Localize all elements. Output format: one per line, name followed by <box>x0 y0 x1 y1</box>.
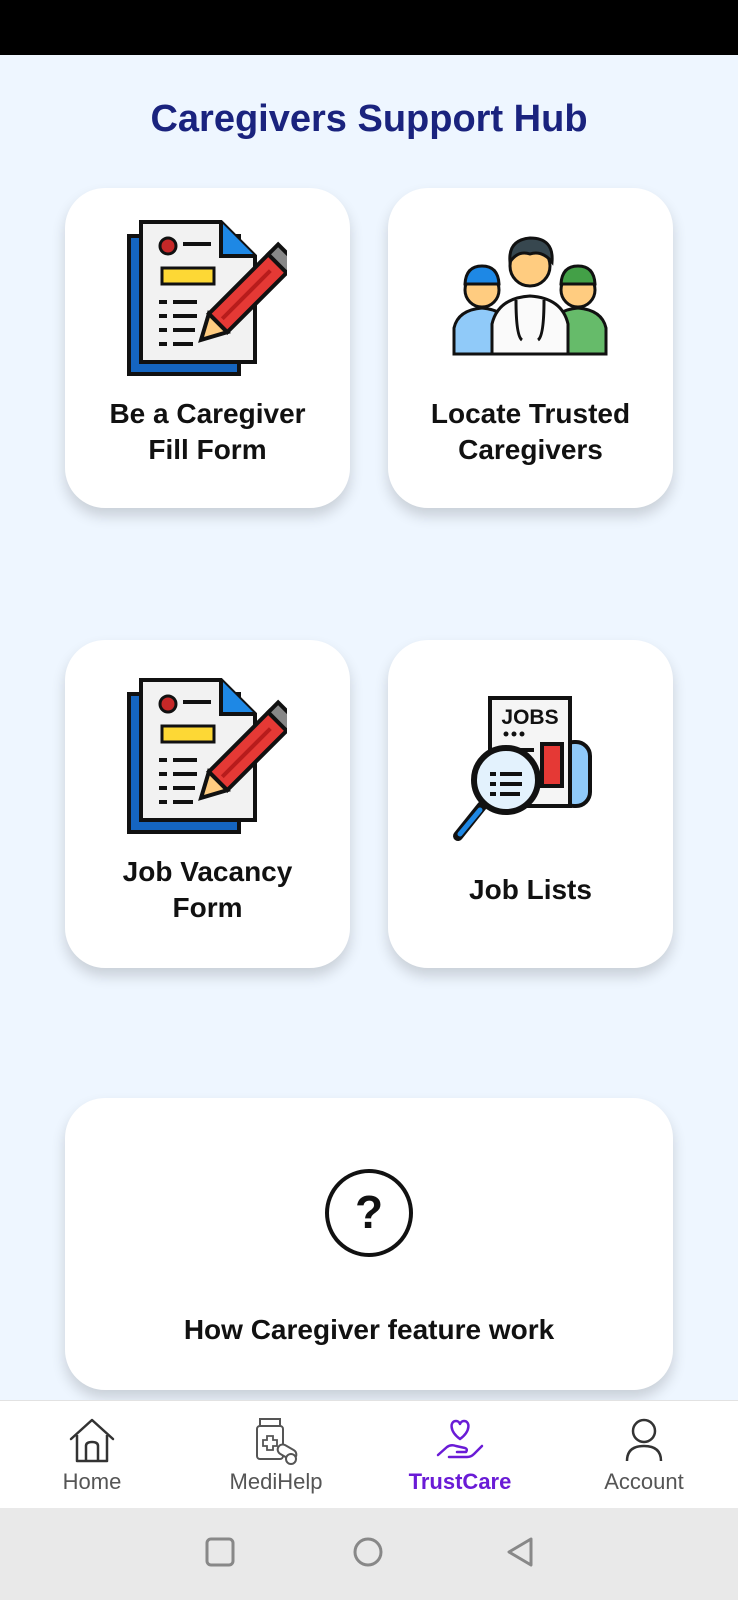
page-title: Caregivers Support Hub <box>150 98 588 140</box>
circle-home-icon[interactable] <box>352 1536 384 1568</box>
nav-item-medihelp[interactable]: MediHelp <box>184 1401 368 1509</box>
nav-item-account[interactable]: Account <box>552 1401 736 1509</box>
card-label: Locate Trusted Caregivers <box>430 398 631 465</box>
person-icon <box>625 1418 663 1462</box>
card-label: Job Lists <box>469 874 592 905</box>
locate-caregivers-card[interactable]: Locate Trusted Caregivers <box>388 188 673 508</box>
nav-label: Account <box>604 1469 684 1494</box>
square-recents-icon[interactable] <box>204 1536 236 1568</box>
triangle-back-icon[interactable] <box>504 1536 536 1568</box>
home-icon <box>69 1418 115 1463</box>
system-nav-bar <box>0 1508 738 1600</box>
bottom-nav: Home MediHelp TrustCare Account <box>0 1400 738 1509</box>
question-circle-icon: ? <box>325 1169 413 1257</box>
status-bar <box>0 0 738 55</box>
be-caregiver-form-card[interactable]: Be a Caregiver Fill Form <box>65 188 350 508</box>
card-label: Be a Caregiver Fill Form <box>109 398 306 465</box>
form-pencil-icon <box>127 678 287 834</box>
card-label: Job Vacancy Form <box>122 856 293 923</box>
nav-label: MediHelp <box>229 1469 323 1494</box>
jobs-search-icon: JOBS <box>453 696 592 841</box>
nav-item-trustcare[interactable]: TrustCare <box>368 1401 552 1509</box>
form-pencil-icon <box>127 220 287 376</box>
question-mark-text: ? <box>355 1186 383 1238</box>
nav-label: Home <box>62 1469 122 1494</box>
how-it-works-card[interactable]: ? How Caregiver feature work <box>65 1098 673 1390</box>
job-vacancy-form-card[interactable]: Job Vacancy Form <box>65 640 350 968</box>
nav-item-home[interactable]: Home <box>0 1401 184 1509</box>
nav-label: TrustCare <box>408 1469 512 1494</box>
caregivers-group-icon <box>452 236 608 356</box>
card-label: How Caregiver feature work <box>183 1314 555 1345</box>
heart-hand-icon <box>436 1419 484 1459</box>
job-lists-card[interactable]: JOBS Job Lists <box>388 640 673 968</box>
medicine-icon <box>256 1418 298 1465</box>
jobs-icon-text: JOBS <box>501 706 558 729</box>
